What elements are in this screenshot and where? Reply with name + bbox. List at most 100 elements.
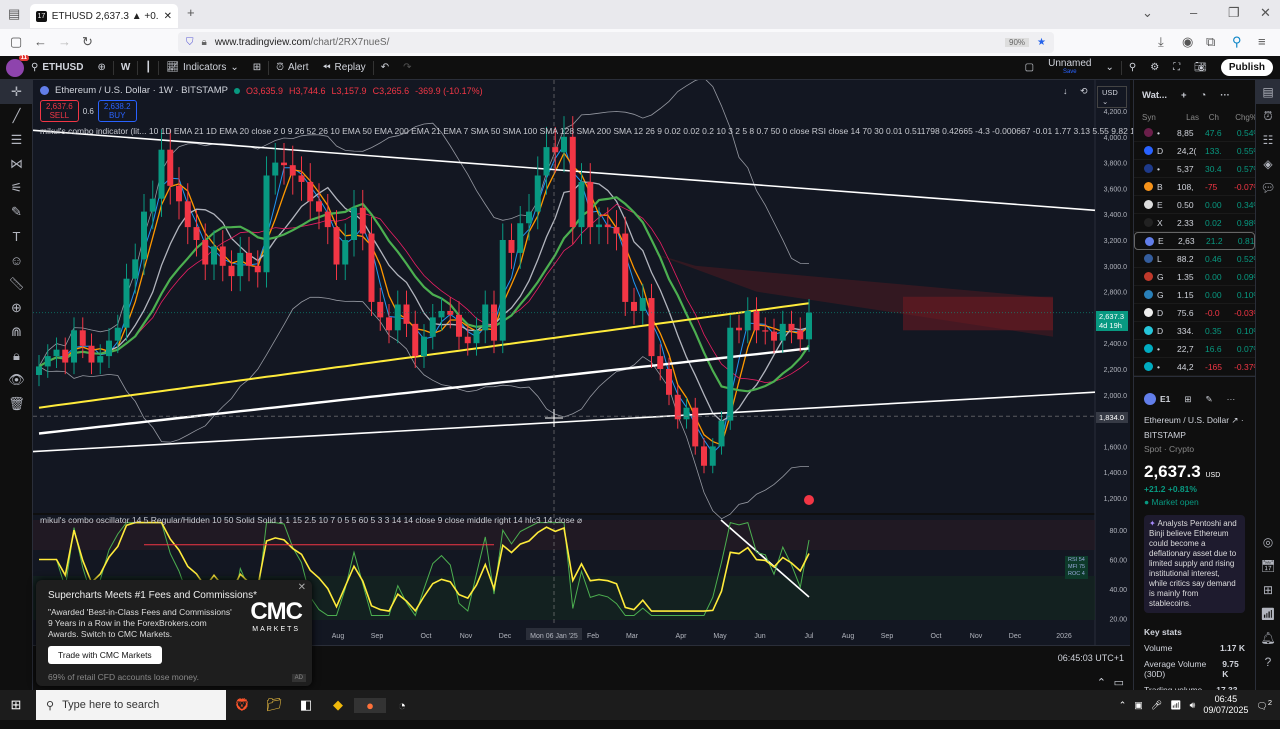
watchlist-row[interactable]: D75.6-0.0-0.03%	[1134, 304, 1255, 322]
mic-icon[interactable]: 🎤︎	[1151, 700, 1162, 711]
edit-icon[interactable]: ✎	[1206, 394, 1213, 405]
watchlist-row[interactable]: E0.500.000.34%	[1134, 196, 1255, 214]
volume-icon[interactable]: 🔊︎	[1190, 700, 1196, 711]
fullscreen-icon[interactable]: ⛶	[1166, 56, 1187, 79]
tray-chevron-icon[interactable]: ⌃	[1119, 700, 1127, 711]
bookmark-star-icon[interactable]: ★	[1037, 37, 1046, 48]
bell-icon[interactable]: 🔔︎	[1256, 626, 1280, 650]
magnet-icon[interactable]: ⋒	[0, 320, 33, 344]
file-explorer-icon[interactable]: 📁︎	[258, 697, 290, 713]
ruler-icon[interactable]: 📏︎	[0, 272, 33, 296]
lock-drawings-icon[interactable]: 🔒︎	[0, 344, 33, 368]
watchlist-row[interactable]: E2,6321.20.81%	[1134, 232, 1255, 250]
redo-icon[interactable]: ↷	[396, 56, 418, 79]
watchlist-row[interactable]: X2.330.020.98%	[1134, 214, 1255, 232]
zoom-level[interactable]: 90%	[1005, 38, 1030, 47]
chart-pane[interactable]: 4,200.0 4,000.0 3,800.0 3,600.0 3,400.0 3,200…	[33, 80, 1130, 645]
watchlist-row[interactable]: •8,8547.60.54%	[1134, 124, 1255, 142]
timezone-clock[interactable]: 06:45:03 UTC+1	[1058, 653, 1124, 663]
taskbar-search-input[interactable]: ⚲ Type here to search	[36, 690, 226, 720]
meet-icon[interactable]: ▣	[1134, 700, 1143, 711]
chevron-down-icon[interactable]: ⌄	[1098, 56, 1120, 79]
apps-grid-icon[interactable]: ⊞	[1256, 578, 1280, 602]
trendline-icon[interactable]: ╱	[0, 104, 33, 128]
sidebar-icon[interactable]: ▢	[10, 34, 22, 50]
pattern-icon[interactable]: ⋈	[0, 152, 33, 176]
restore-icon[interactable]: ❐	[1228, 5, 1240, 21]
snapshot-icon[interactable]: 📷︎	[1187, 56, 1214, 79]
quick-search-icon[interactable]: ⚲	[1122, 56, 1143, 79]
watchlist-row[interactable]: •44,2-165-0.37%	[1134, 358, 1255, 376]
maximize-panel-icon[interactable]: ▭	[1114, 676, 1124, 689]
help-icon[interactable]: ?	[1256, 650, 1280, 674]
tab-list-chevron-icon[interactable]: ⌄	[1142, 5, 1153, 21]
templates-icon[interactable]: ⊞	[246, 56, 268, 79]
app-icon[interactable]: ◧	[290, 697, 322, 713]
watchlist-row[interactable]: •5,3730.40.57%	[1134, 160, 1255, 178]
firefox-icon[interactable]: ●	[354, 697, 386, 713]
browser-tab[interactable]: 17ETHUSD 2,637.3 ▲ +0.81% Unn✕	[30, 4, 178, 28]
extensions-icon[interactable]: ⧉	[1206, 34, 1215, 50]
windows-start-icon[interactable]: ⊞	[0, 697, 32, 713]
interval-button[interactable]: W	[114, 56, 137, 79]
indicators-button[interactable]: 📈︎ Indicators ⌄	[159, 56, 245, 79]
trade-with-cmc-button[interactable]: Trade with CMC Markets	[48, 646, 162, 664]
zoom-in-icon[interactable]: ⊕	[0, 296, 33, 320]
watchlist-row[interactable]: L88.20.460.52%	[1134, 250, 1255, 268]
binance-icon[interactable]: ◆	[322, 697, 354, 713]
news-card[interactable]: ✦ Analysts Pentoshi and Binji believe Et…	[1144, 515, 1245, 613]
watchlist-row[interactable]: D24,2(133.0.55%	[1134, 142, 1255, 160]
crosshair-icon[interactable]: ✛	[0, 80, 33, 104]
alerts-icon[interactable]: ⏰︎	[1256, 104, 1280, 128]
brush-icon[interactable]: ✎	[0, 200, 33, 224]
watchlist-icon[interactable]: ▤	[1256, 80, 1280, 104]
wifi-icon[interactable]: 📶︎	[1170, 700, 1181, 711]
watchlist-row[interactable]: D334.0.350.10%	[1134, 322, 1255, 340]
trash-icon[interactable]: 🗑︎	[0, 392, 33, 416]
minimize-icon[interactable]: –	[1190, 5, 1197, 20]
signal-icon[interactable]: 📶︎	[1256, 602, 1280, 626]
layout-name-button[interactable]: Unnamed Save	[1041, 56, 1098, 79]
buy-button[interactable]: 2,638.2 BUY	[97, 100, 137, 122]
object-tree-icon[interactable]: ☷	[1256, 128, 1280, 152]
layout-checkbox-icon[interactable]: ▢	[1018, 56, 1041, 79]
layers-icon[interactable]: ◈	[1256, 152, 1280, 176]
sync-icon[interactable]: ⟲	[1080, 86, 1088, 97]
account-icon[interactable]: ◉	[1182, 34, 1193, 50]
watchlist-title[interactable]: Wat...	[1142, 90, 1167, 101]
indicator-legend-oscillator[interactable]: mikul's combo oscillator 14 5 Regular/Hi…	[40, 515, 582, 526]
collapse-icon[interactable]: ⌃	[1097, 676, 1106, 689]
publish-button[interactable]: Publish	[1220, 59, 1273, 76]
undo-icon[interactable]: ↶	[374, 56, 396, 79]
watchlist-row[interactable]: G1.150.000.10%	[1134, 286, 1255, 304]
alert-button[interactable]: ⏰︎ Alert	[269, 56, 315, 79]
eye-icon[interactable]: 👁︎	[0, 368, 33, 392]
forward-icon[interactable]: →	[58, 34, 71, 49]
brave-icon[interactable]: 🦁︎	[226, 697, 258, 713]
close-tab-icon[interactable]: ✕	[164, 11, 172, 22]
scroll-down-icon[interactable]: ↓	[1063, 86, 1068, 96]
currency-select[interactable]: USD ⌄	[1097, 86, 1127, 108]
advanced-view-icon[interactable]: ◔	[1201, 90, 1207, 101]
compare-button[interactable]: ⊕	[90, 56, 112, 79]
calendar-icon[interactable]: 📅︎	[1256, 554, 1280, 578]
notifications-icon[interactable]: 🗨︎2	[1256, 698, 1272, 712]
tradingview-app-icon[interactable]: ◔	[386, 698, 418, 713]
url-input[interactable]: ⛉ 🔒︎ www.tradingview.com/chart/2RX7nueS/90…	[178, 32, 1054, 53]
indicator-legend-combo[interactable]: mikul's combo indicator (lit... 10 1D EM…	[40, 126, 1187, 136]
search-ext-icon[interactable]: ⚲	[1232, 34, 1242, 50]
more-icon[interactable]: ···	[1227, 394, 1236, 404]
chart-type-candles-icon[interactable]: ┃	[138, 56, 158, 79]
fib-icon[interactable]: ☰	[0, 128, 33, 152]
text-icon[interactable]: T	[0, 224, 33, 248]
downloads-icon[interactable]: ⤓	[1158, 34, 1164, 50]
emoji-icon[interactable]: ☺	[0, 248, 33, 272]
reload-icon[interactable]: ↻	[82, 34, 93, 50]
more-icon[interactable]: ···	[1220, 90, 1230, 101]
tab-overview-icon[interactable]: ▤	[8, 6, 20, 22]
replay-button[interactable]: ⏪︎ Replay	[316, 56, 373, 79]
layout-icon[interactable]: ⊞	[1184, 394, 1191, 405]
watchlist-row[interactable]: G1.350.000.09%	[1134, 268, 1255, 286]
chart-canvas[interactable]: 4,200.04,000.03,800.03,600.03,400.03,200…	[33, 80, 1130, 645]
projection-icon[interactable]: ⚟	[0, 176, 33, 200]
